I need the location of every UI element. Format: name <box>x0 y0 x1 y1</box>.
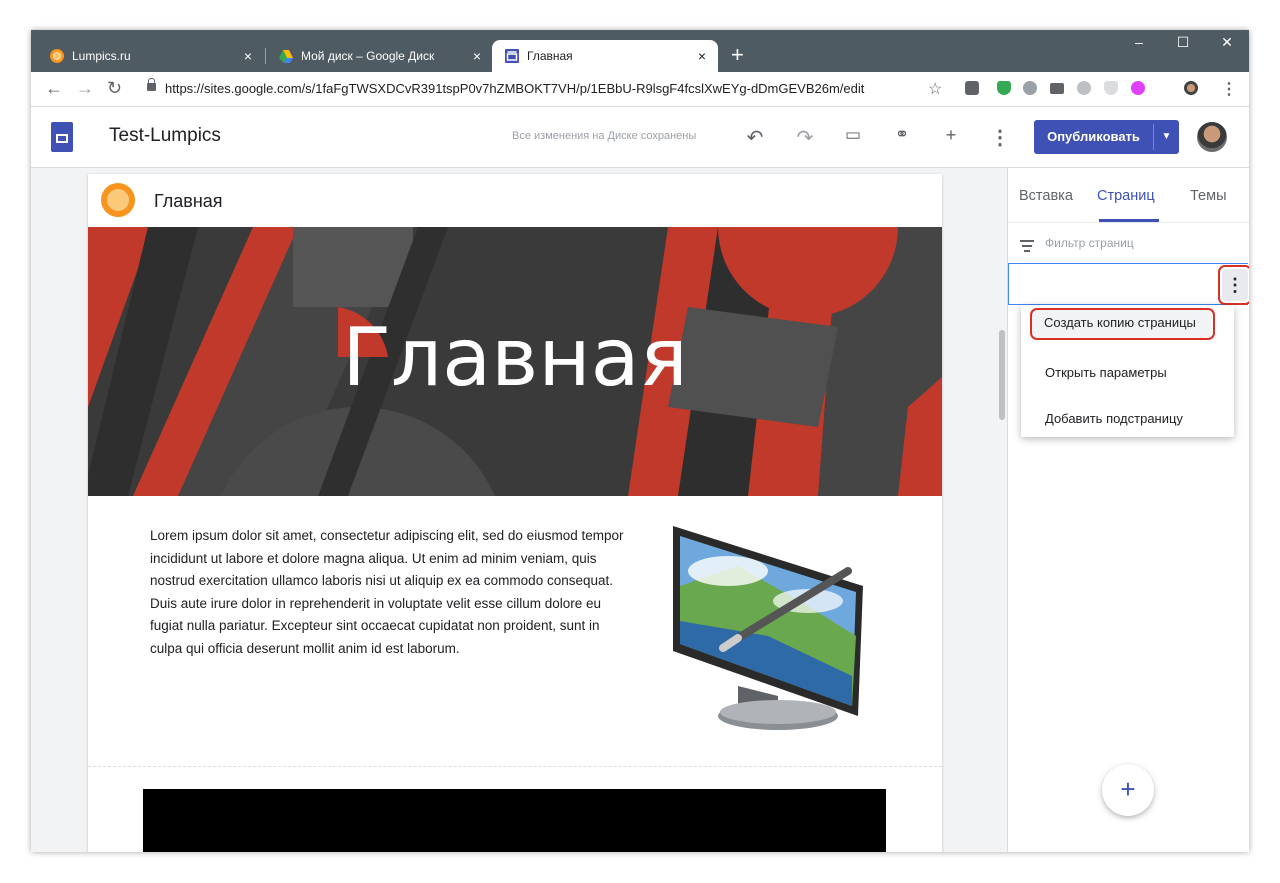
browser-toolbar: ← → ↻ https://sites.google.com/s/1faFgTW… <box>31 72 1249 107</box>
more-options-icon[interactable]: ⋮ <box>986 125 1014 150</box>
site-logo-orange-icon[interactable] <box>101 183 135 217</box>
menu-item-add-subpage[interactable]: Добавить подстраницу <box>1021 397 1234 441</box>
link-icon[interactable]: ⚭ <box>888 125 916 145</box>
side-panel: Вставка Страниц Темы Фильтр страниц ⋮ + <box>1007 168 1249 852</box>
extension-icon[interactable] <box>1077 81 1091 95</box>
google-sites-logo-icon[interactable] <box>51 122 73 152</box>
video-embed[interactable] <box>143 789 886 852</box>
menu-item-open-settings[interactable]: Открыть параметры <box>1021 351 1234 395</box>
page-list-item[interactable] <box>1008 263 1248 305</box>
new-tab-button[interactable]: + <box>731 42 744 68</box>
sites-app-bar: Test-Lumpics Все изменения на Диске сохр… <box>31 107 1249 168</box>
chevron-down-icon[interactable]: ▼ <box>1154 120 1179 154</box>
editor-canvas: Главная Главная Lorem ipsum dolor sit am… <box>31 168 1007 852</box>
add-page-button[interactable]: + <box>1102 764 1154 816</box>
close-tab-icon[interactable]: × <box>238 48 258 64</box>
shield-icon[interactable] <box>997 81 1011 95</box>
tab-strip: Lumpics.ru × Мой диск – Google Диск × Гл… <box>31 30 1249 72</box>
body-text[interactable]: Lorem ipsum dolor sit amet, consectetur … <box>150 525 630 661</box>
filter-icon[interactable] <box>1019 237 1035 252</box>
page-options-icon[interactable]: ⋮ <box>1222 269 1248 301</box>
reload-icon[interactable]: ↻ <box>107 78 122 99</box>
globe-icon[interactable] <box>1023 81 1037 95</box>
monitor-illustration[interactable] <box>668 526 868 740</box>
close-window-button[interactable]: ✕ <box>1207 34 1247 51</box>
menu-item-duplicate-label[interactable]: Создать копию страницы <box>1044 315 1196 330</box>
minimize-button[interactable]: – <box>1119 34 1159 50</box>
section-divider <box>88 766 942 767</box>
google-drive-icon <box>279 50 293 63</box>
back-arrow-icon[interactable]: ← <box>45 78 63 99</box>
puzzle-icon[interactable] <box>1131 81 1145 95</box>
mail-icon[interactable] <box>1050 83 1064 94</box>
browser-menu-icon[interactable]: ⋮ <box>1221 79 1237 99</box>
close-tab-icon[interactable]: × <box>467 48 487 64</box>
hero-banner[interactable]: Главная <box>88 227 942 496</box>
tab-glavnaya[interactable]: Главная × <box>492 40 718 72</box>
panel-divider <box>1008 222 1249 223</box>
address-bar[interactable]: https://sites.google.com/s/1faFgTWSXDCvR… <box>165 81 864 96</box>
lock-icon <box>147 78 156 91</box>
avatar[interactable] <box>1197 122 1227 152</box>
profile-avatar-icon[interactable] <box>1184 81 1198 95</box>
page-header: Главная <box>88 174 942 227</box>
site-name[interactable]: Test-Lumpics <box>109 125 221 147</box>
browser-window: Lumpics.ru × Мой диск – Google Диск × Гл… <box>31 30 1249 852</box>
forward-arrow-icon[interactable]: → <box>76 78 94 99</box>
orange-favicon-icon <box>50 49 64 63</box>
tab-pages[interactable]: Страниц <box>1097 188 1155 204</box>
publish-label[interactable]: Опубликовать <box>1034 120 1153 154</box>
hero-title[interactable]: Главная <box>88 311 942 404</box>
tab-themes[interactable]: Темы <box>1190 188 1227 204</box>
site-page: Главная Главная Lorem ipsum dolor sit am… <box>88 174 942 852</box>
google-sites-icon <box>505 49 519 63</box>
tab-title: Lumpics.ru <box>72 49 131 63</box>
bookmark-star-icon[interactable]: ☆ <box>928 79 942 99</box>
tab-title: Главная <box>527 49 573 63</box>
page-nav-title[interactable]: Главная <box>154 191 223 212</box>
close-tab-icon[interactable]: × <box>692 48 712 64</box>
undo-icon[interactable]: ↶ <box>741 125 769 150</box>
ghost-shield-icon[interactable] <box>1104 81 1118 95</box>
tab-lumpics[interactable]: Lumpics.ru × <box>31 40 264 72</box>
maximize-button[interactable]: ☐ <box>1163 34 1203 51</box>
save-status: Все изменения на Диске сохранены <box>512 130 697 142</box>
publish-button[interactable]: Опубликовать ▼ <box>1034 120 1179 154</box>
preview-devices-icon[interactable]: ▭ <box>839 125 867 145</box>
canvas-scrollbar[interactable] <box>999 330 1005 420</box>
page-filter-input[interactable]: Фильтр страниц <box>1045 236 1134 250</box>
tab-title: Мой диск – Google Диск <box>301 49 435 63</box>
extension-home-icon[interactable] <box>965 81 979 95</box>
redo-icon[interactable]: ↷ <box>791 125 819 150</box>
add-person-icon[interactable]: + <box>937 125 965 146</box>
tab-google-drive[interactable]: Мой диск – Google Диск × <box>260 40 493 72</box>
tab-insert[interactable]: Вставка <box>1019 188 1073 204</box>
